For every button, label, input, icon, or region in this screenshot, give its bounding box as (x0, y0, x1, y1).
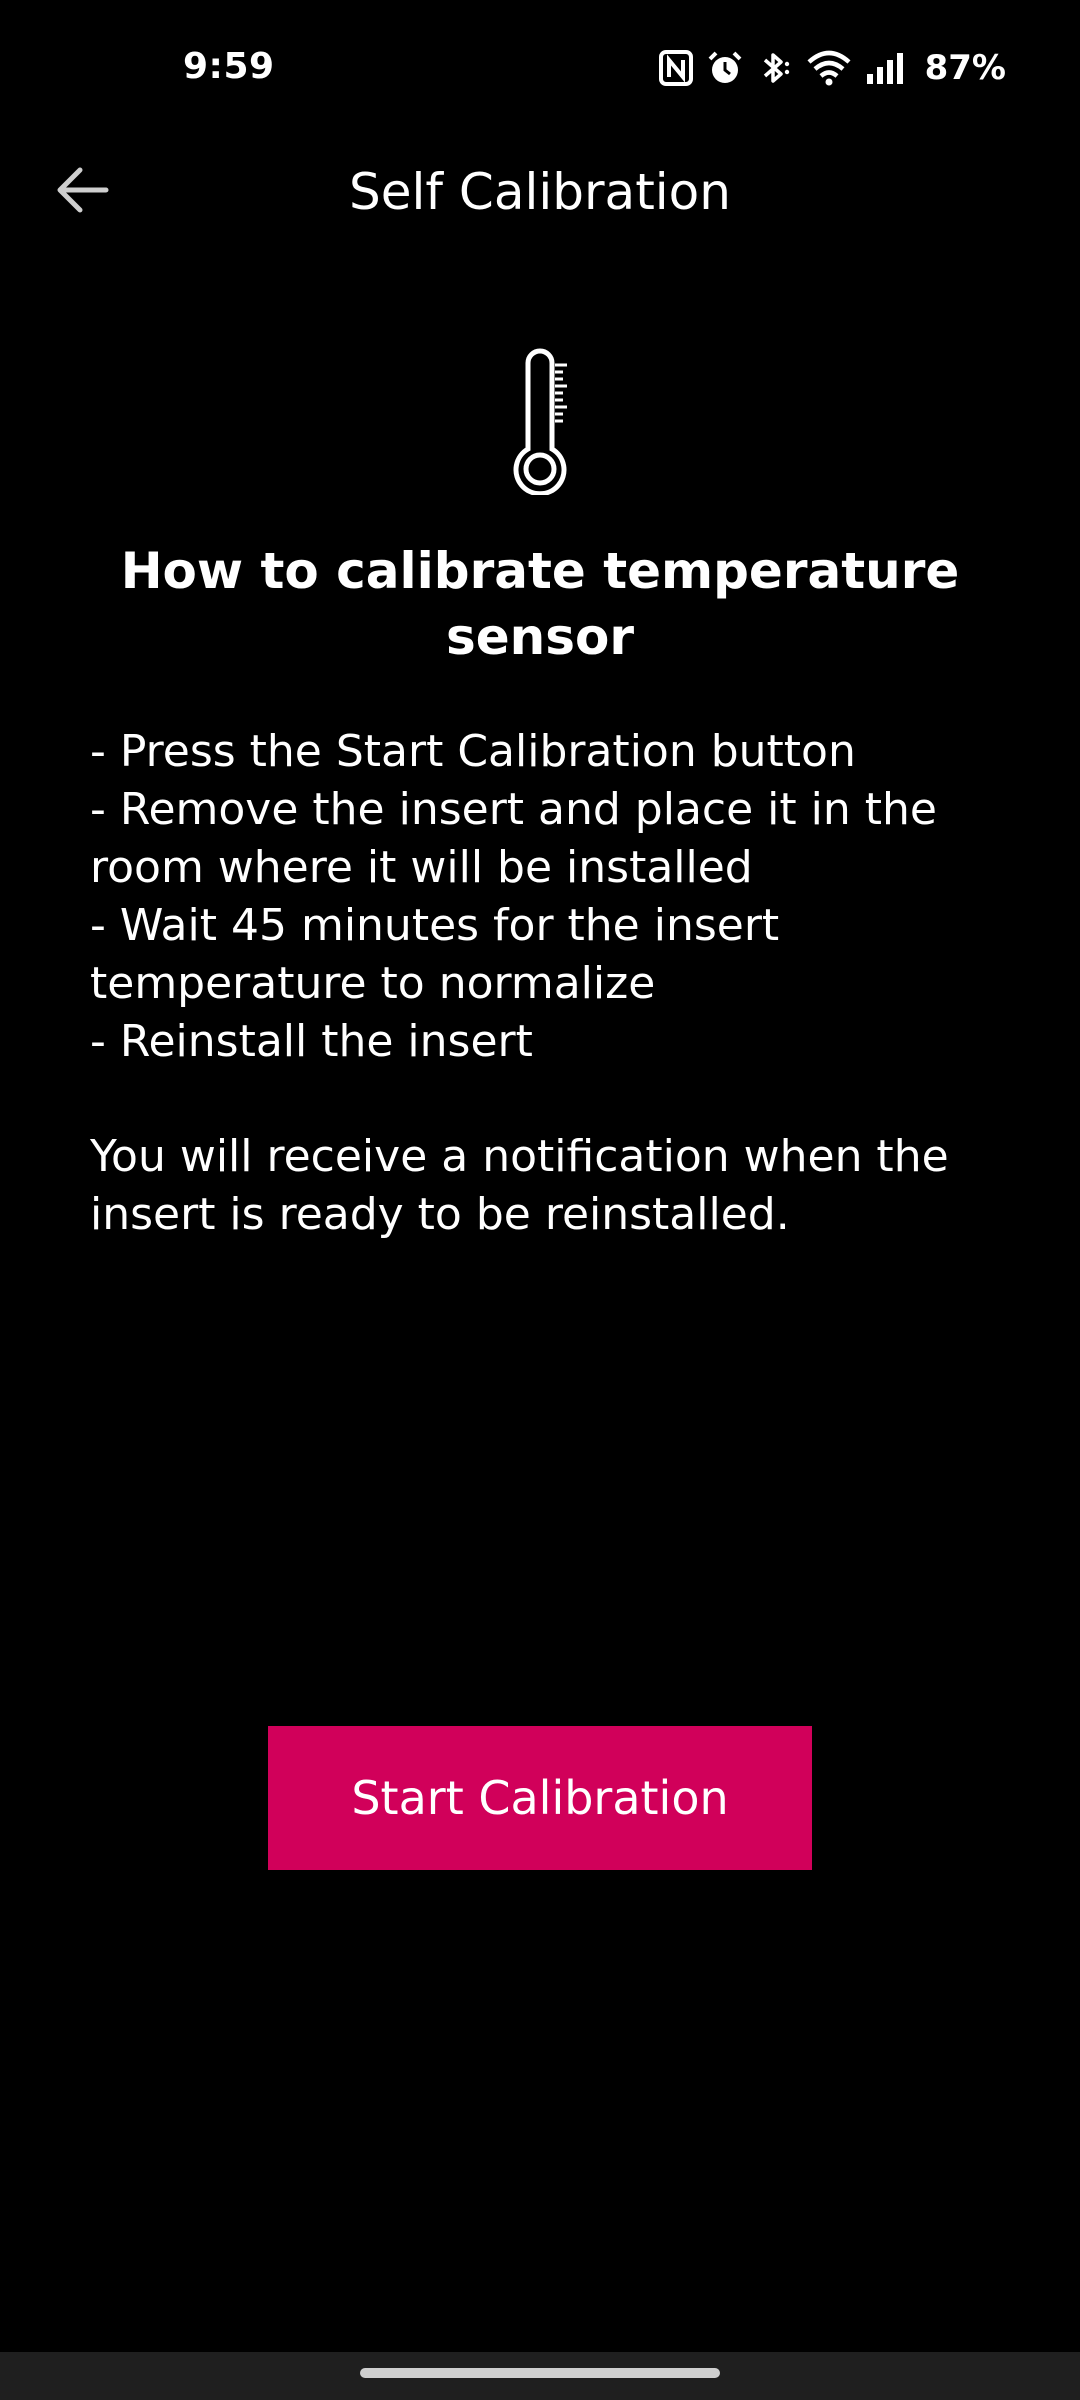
start-calibration-button[interactable]: Start Calibration (268, 1726, 812, 1870)
wifi-icon (807, 50, 851, 86)
status-bar: 9:59 87% (0, 0, 1080, 140)
instruction-step: - Reinstall the insert (90, 1016, 533, 1067)
alarm-icon (707, 50, 743, 86)
app-bar: Self Calibration (0, 140, 1080, 240)
battery-percent: 87% (924, 48, 1006, 88)
signal-icon (865, 50, 907, 86)
self-calibration-screen: 9:59 87% Self Calibration How to calibra… (0, 0, 1080, 2400)
nfc-icon (658, 50, 693, 86)
instruction-step: - Press the Start Calibration button (90, 726, 856, 777)
page-title: Self Calibration (349, 163, 731, 221)
navigation-bar (0, 2352, 1080, 2400)
status-time: 9:59 (183, 46, 275, 87)
instruction-step: - Wait 45 minutes for the insert tempera… (90, 900, 780, 1009)
thermometer-icon (495, 345, 585, 499)
instruction-list: - Press the Start Calibration button - R… (90, 723, 1010, 1071)
home-indicator[interactable] (360, 2368, 720, 2378)
notification-notice: You will receive a notification when the… (90, 1131, 949, 1240)
status-icons: 87% (658, 46, 1006, 90)
bluetooth-icon (757, 50, 793, 86)
thermometer-container (0, 345, 1080, 499)
instruction-step: - Remove the insert and place it in the … (90, 784, 937, 893)
section-heading: How to calibrate temperature sensor (120, 542, 960, 666)
